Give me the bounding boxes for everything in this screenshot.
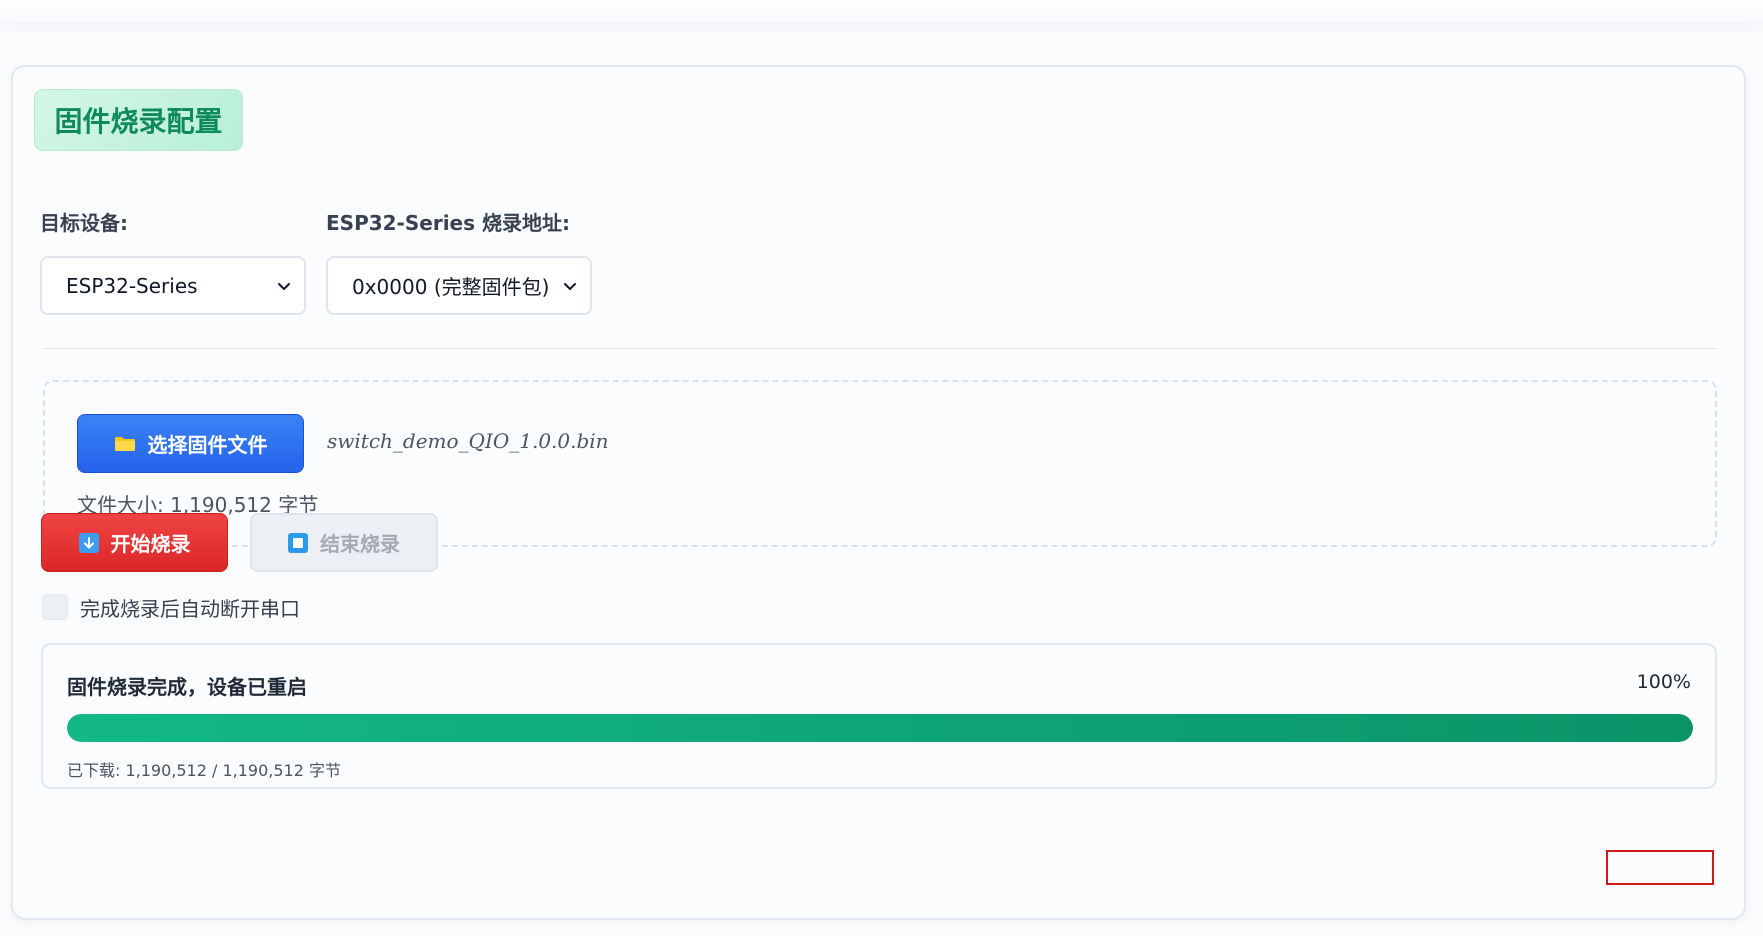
select-firmware-label: 选择固件文件 bbox=[147, 433, 268, 457]
progress-percent: 100% bbox=[1636, 671, 1691, 693]
flash-address-value: 0x0000 (完整固件包) bbox=[352, 275, 550, 299]
select-firmware-button[interactable]: 选择固件文件 bbox=[77, 414, 304, 473]
flash-address-select[interactable]: 0x0000 (完整固件包) bbox=[326, 256, 592, 315]
flash-address-label: ESP32-Series 烧录地址: bbox=[326, 211, 570, 235]
card-title: 固件烧录配置 bbox=[34, 89, 243, 151]
target-device-value: ESP32-Series bbox=[66, 273, 198, 298]
auto-disconnect-checkbox[interactable] bbox=[42, 594, 68, 620]
auto-disconnect-option[interactable]: 完成烧录后自动断开串口 bbox=[42, 592, 300, 622]
section-divider bbox=[43, 348, 1717, 349]
progress-bar-fill bbox=[67, 714, 1693, 742]
flash-config-card: 固件烧录配置 目标设备: ESP32-Series 烧录地址: ESP32-Se… bbox=[11, 65, 1746, 920]
folder-icon bbox=[114, 436, 135, 451]
flash-status-panel: 固件烧录完成，设备已重启 100% 已下载: 1,190,512 / 1,190… bbox=[41, 643, 1717, 789]
chevron-down-icon bbox=[564, 282, 576, 290]
chevron-down-icon bbox=[278, 282, 290, 290]
target-device-label: 目标设备: bbox=[40, 211, 128, 235]
stop-flash-label: 结束烧录 bbox=[320, 532, 400, 556]
stop-square-icon bbox=[288, 532, 308, 553]
status-message: 固件烧录完成，设备已重启 bbox=[67, 675, 307, 699]
start-flash-label: 开始烧录 bbox=[110, 532, 191, 556]
target-device-select[interactable]: ESP32-Series bbox=[40, 256, 306, 315]
progress-bar bbox=[67, 714, 1693, 742]
stop-flash-button[interactable]: 结束烧录 bbox=[250, 513, 438, 572]
auto-disconnect-label: 完成烧录后自动断开串口 bbox=[80, 596, 300, 621]
selected-filename: switch_demo_QIO_1.0.0.bin bbox=[327, 429, 609, 453]
top-bar bbox=[0, 0, 1763, 23]
highlight-box bbox=[1606, 850, 1714, 885]
start-flash-button[interactable]: 开始烧录 bbox=[41, 513, 228, 572]
download-arrow-icon bbox=[78, 532, 99, 553]
downloaded-bytes: 已下载: 1,190,512 / 1,190,512 字节 bbox=[67, 761, 341, 780]
